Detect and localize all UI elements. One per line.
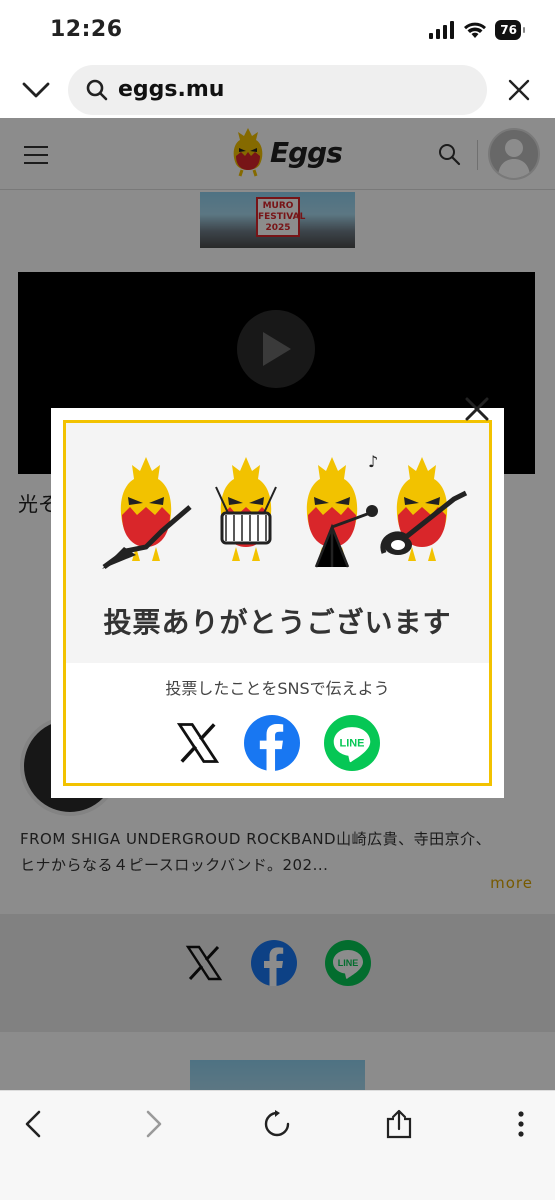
share-button[interactable] (382, 1107, 416, 1141)
reload-button[interactable] (260, 1107, 294, 1141)
mascot-drummer (215, 457, 277, 561)
status-time: 12:26 (50, 17, 123, 42)
line-icon[interactable]: LINE (323, 715, 380, 771)
close-icon (465, 397, 489, 421)
share-prompt: 投票したことをSNSで伝えよう (165, 679, 390, 698)
vote-thanks-title: 投票ありがとうございます (103, 606, 452, 639)
more-options-button[interactable] (504, 1107, 538, 1141)
modal-close-button[interactable] (462, 394, 492, 424)
status-bar: 12:26 76 (0, 0, 555, 62)
svg-text:♪: ♪ (368, 452, 378, 471)
forward-icon (146, 1110, 162, 1138)
forward-button[interactable] (137, 1107, 171, 1141)
reload-icon (264, 1110, 290, 1137)
browser-toolbar (0, 1090, 555, 1200)
signal-icon (429, 21, 455, 39)
mascot-band-illustration: ♪ (102, 452, 468, 570)
mascot-guitar (102, 457, 192, 570)
wifi-icon (464, 22, 487, 38)
line-icon-label: LINE (339, 738, 364, 750)
more-icon (518, 1111, 524, 1137)
facebook-icon[interactable] (243, 715, 300, 771)
url-text: eggs.mu (118, 77, 225, 102)
share-icon (386, 1109, 412, 1139)
battery-indicator: 76 (495, 20, 525, 40)
vote-thanks-modal: ♪ 投票ありがとうございます 投票したことをSNSで伝えよう LINE (51, 408, 504, 798)
modal-frame: ♪ 投票ありがとうございます 投票したことをSNSで伝えよう LINE (63, 420, 492, 786)
modal-share-row: LINE (66, 715, 489, 771)
close-tab-button[interactable] (503, 74, 535, 106)
search-icon (86, 79, 108, 101)
status-icons: 76 (429, 20, 525, 40)
modal-illustration-area: ♪ 投票ありがとうございます (66, 423, 489, 663)
mascot-bassist (380, 457, 468, 561)
back-icon (25, 1110, 41, 1138)
back-button[interactable] (16, 1107, 50, 1141)
chevron-down-icon (22, 82, 50, 98)
collapse-button[interactable] (20, 74, 52, 106)
url-field[interactable]: eggs.mu (68, 65, 487, 115)
close-icon (508, 79, 530, 101)
x-icon[interactable] (176, 721, 220, 765)
mascot-singer: ♪ (306, 452, 378, 568)
browser-url-bar: eggs.mu (0, 62, 555, 118)
